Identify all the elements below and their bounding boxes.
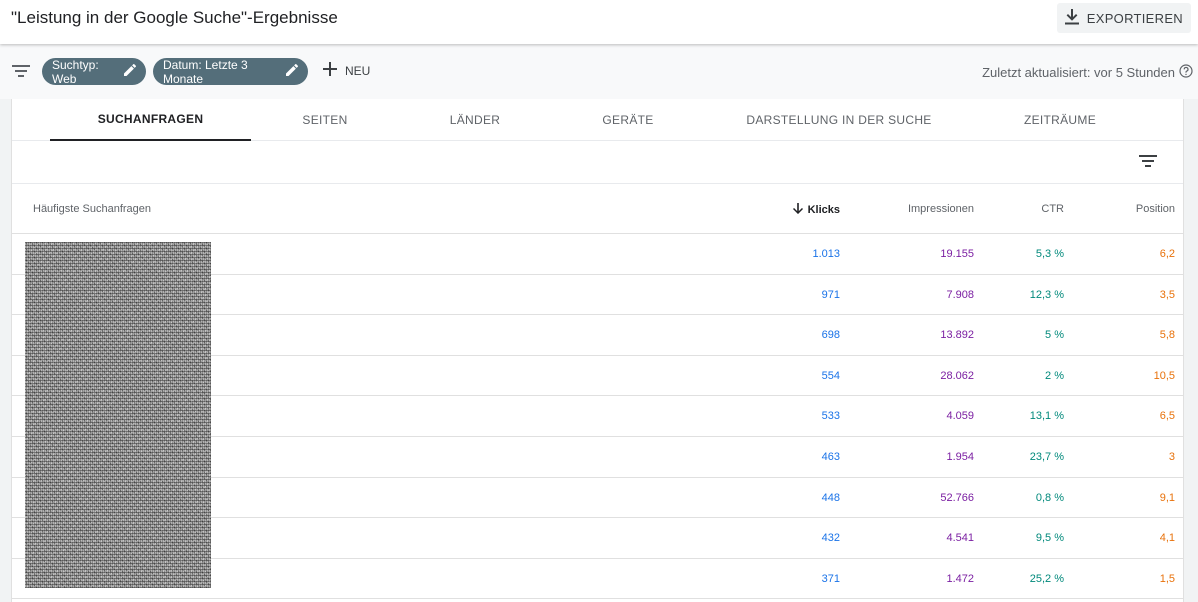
cell-position: 5,8 [1159, 329, 1175, 342]
cell-position: 6,2 [1159, 248, 1175, 260]
cell-clicks: 371 [821, 572, 840, 585]
cell-ctr: 9,5 % [1035, 532, 1064, 545]
chip-label: Datum: Letzte 3 Monate [163, 57, 248, 86]
table-toolbar [12, 141, 1183, 184]
cell-clicks: 448 [821, 491, 840, 504]
column-header-clicks[interactable]: Klicks [792, 203, 840, 217]
cell-ctr: 12,3 % [1029, 288, 1064, 301]
cell-position: 9,1 [1159, 491, 1175, 504]
tab-dates[interactable]: ZEITRÄUME [1000, 99, 1120, 141]
page-title: "Leistung in der Google Suche"-Ergebniss… [11, 8, 338, 27]
cell-impressions: 4.541 [946, 532, 974, 545]
redacted-queries-image [25, 242, 211, 588]
help-circle-icon[interactable] [1179, 64, 1193, 81]
cell-impressions: 1.472 [946, 572, 974, 585]
cell-ctr: 13,1 % [1029, 410, 1064, 423]
plus-icon [323, 62, 337, 79]
pencil-icon [124, 63, 137, 79]
cell-clicks: 432 [821, 532, 840, 545]
last-updated: Zuletzt aktualisiert: vor 5 Stunden [982, 64, 1193, 81]
export-button[interactable]: EXPORTIEREN [1056, 3, 1191, 33]
cell-clicks: 1.013 [812, 248, 840, 260]
cell-position: 10,5 [1153, 369, 1175, 382]
cell-ctr: 23,7 % [1029, 450, 1064, 463]
column-header-position[interactable]: Position [1136, 203, 1175, 215]
column-header-ctr[interactable]: CTR [1041, 203, 1064, 215]
tab-countries[interactable]: LÄNDER [415, 99, 535, 141]
export-label: EXPORTIEREN [1086, 10, 1183, 26]
cell-clicks: 971 [821, 288, 840, 301]
cell-clicks: 554 [821, 369, 840, 382]
add-filter-button[interactable]: NEU [323, 62, 370, 79]
cell-position: 3 [1168, 450, 1175, 463]
cell-position: 6,5 [1159, 410, 1175, 423]
arrow-down-icon [792, 203, 803, 217]
cell-ctr: 2 % [1045, 369, 1064, 382]
cell-ctr: 25,2 % [1029, 572, 1064, 585]
tab-queries[interactable]: SUCHANFRAGEN [50, 99, 251, 141]
cell-impressions: 4.059 [946, 410, 974, 423]
last-updated-text: Zuletzt aktualisiert: vor 5 Stunden [982, 65, 1175, 80]
cell-clicks: 533 [821, 410, 840, 423]
cell-position: 3,5 [1159, 288, 1175, 301]
cell-ctr: 5,3 % [1035, 248, 1064, 260]
cell-impressions: 7.908 [946, 288, 974, 301]
results-panel: SUCHANFRAGEN SEITEN LÄNDER GERÄTE DARSTE… [11, 99, 1184, 602]
filter-list-icon[interactable] [1139, 154, 1157, 172]
cell-ctr: 5 % [1045, 329, 1064, 342]
filter-bar: Suchtyp: Web Datum: Letzte 3 Monate NEU … [0, 44, 1198, 99]
column-header-query[interactable]: Häufigste Suchanfragen [33, 203, 151, 215]
cell-clicks: 698 [821, 329, 840, 342]
cell-position: 4,1 [1159, 532, 1175, 545]
cell-impressions: 1.954 [946, 450, 974, 463]
chip-date-range[interactable]: Datum: Letzte 3 Monate [153, 57, 308, 86]
cell-impressions: 19.155 [940, 248, 974, 260]
column-header-clicks-label: Klicks [807, 204, 840, 216]
cell-clicks: 463 [821, 450, 840, 463]
tab-devices[interactable]: GERÄTE [568, 99, 688, 141]
chip-label: Suchtyp: Web [52, 57, 99, 86]
download-icon [1064, 8, 1079, 28]
dimension-tabs: SUCHANFRAGEN SEITEN LÄNDER GERÄTE DARSTE… [12, 99, 1183, 141]
cell-ctr: 0,8 % [1035, 491, 1064, 504]
column-header-impressions[interactable]: Impressionen [908, 203, 974, 215]
table-header: Häufigste Suchanfragen Klicks Impression… [12, 184, 1183, 234]
add-filter-label: NEU [345, 63, 371, 78]
cell-impressions: 28.062 [940, 369, 974, 382]
page-header: "Leistung in der Google Suche"-Ergebniss… [0, 0, 1198, 44]
cell-impressions: 13.892 [940, 329, 974, 342]
tab-pages[interactable]: SEITEN [265, 99, 385, 141]
pencil-icon [286, 63, 299, 79]
cell-position: 1,5 [1159, 572, 1175, 585]
filter-list-icon[interactable] [12, 64, 30, 82]
tab-search-appearance[interactable]: DARSTELLUNG IN DER SUCHE [724, 99, 954, 141]
chip-search-type[interactable]: Suchtyp: Web [42, 57, 146, 86]
cell-impressions: 52.766 [940, 491, 974, 504]
